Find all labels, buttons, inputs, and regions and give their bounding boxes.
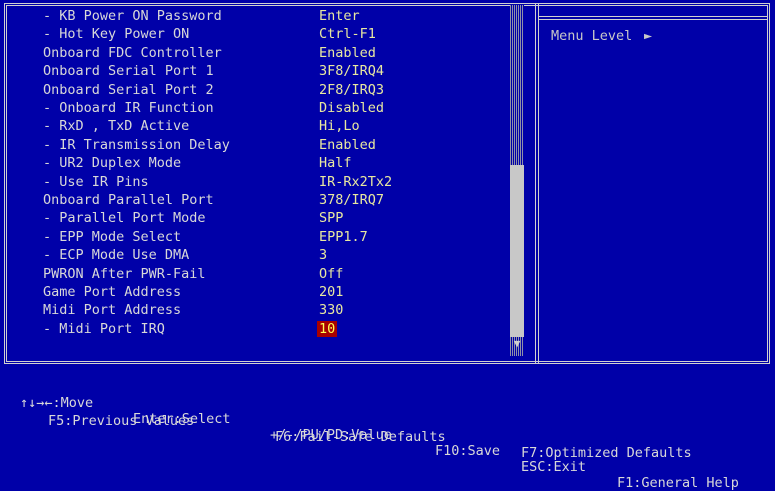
scrollbar-thumb[interactable]: [510, 165, 524, 337]
help-header-line: [538, 16, 767, 17]
setting-label: - Use IR Pins: [43, 173, 149, 190]
setting-label: - RxD , TxD Active: [43, 118, 190, 135]
help-menu-level: Menu Level: [551, 28, 633, 44]
menu-level-arrow-icon: ►: [644, 28, 653, 44]
footer-keys-row-2: F5:Previous Values F6:Fail-Safe Defaults…: [0, 397, 775, 461]
setting-label: Onboard FDC Controller: [43, 44, 222, 61]
setting-value[interactable]: Off: [317, 266, 345, 282]
footer-previous: F5:Previous Values: [48, 413, 195, 429]
setting-value[interactable]: Enabled: [317, 45, 378, 61]
setting-label: Onboard Serial Port 2: [43, 81, 214, 98]
setting-label: - UR2 Duplex Mode: [43, 155, 182, 172]
setting-value[interactable]: 201: [317, 284, 345, 300]
setting-label: - ECP Mode Use DMA: [43, 247, 190, 264]
setting-value[interactable]: 3F8/IRQ4: [317, 63, 386, 79]
setting-value[interactable]: EPP1.7: [317, 229, 370, 245]
footer-help: F1:General Help: [617, 475, 739, 491]
help-header-line-inner: [538, 19, 767, 20]
setting-label: Onboard Parallel Port: [43, 192, 214, 208]
setting-label: Midi Port Address: [43, 302, 182, 319]
setting-value[interactable]: 3: [317, 247, 329, 263]
setting-label: - Parallel Port Mode: [43, 210, 206, 227]
setting-label: - KB Power ON Password: [43, 8, 222, 24]
setting-value[interactable]: Enabled: [317, 137, 378, 153]
setting-value[interactable]: 378/IRQ7: [317, 192, 386, 208]
setting-label: Game Port Address: [43, 284, 182, 300]
setting-value[interactable]: IR-Rx2Tx2: [317, 174, 394, 190]
setting-value[interactable]: 2F8/IRQ3: [317, 82, 386, 98]
setting-label: - EPP Mode Select: [43, 228, 182, 245]
setting-label: PWRON After PWR-Fail: [43, 265, 206, 282]
setting-value[interactable]: Half: [317, 155, 354, 171]
footer-failsafe: F6:Fail-Safe Defaults: [275, 429, 446, 445]
setting-label: - Hot Key Power ON: [43, 26, 190, 43]
setting-label: - IR Transmission Delay: [43, 136, 230, 153]
setting-value[interactable]: Hi,Lo: [317, 118, 362, 134]
setting-label: - Onboard IR Function: [43, 100, 214, 116]
panel-divider: [535, 3, 536, 364]
setting-label: Onboard Serial Port 1: [43, 63, 214, 80]
setting-value[interactable]: Disabled: [317, 100, 386, 116]
scroll-down-arrow-icon[interactable]: ▼: [510, 337, 524, 351]
setting-label: - Midi Port IRQ: [43, 320, 165, 337]
footer-optimized: F7:Optimized Defaults: [521, 445, 692, 461]
footer-exit: ESC:Exit: [521, 459, 587, 475]
setting-value[interactable]: 10: [317, 320, 338, 337]
setting-value[interactable]: Enter: [317, 8, 362, 24]
setting-value[interactable]: 330: [317, 302, 345, 318]
setting-value[interactable]: Ctrl-F1: [317, 26, 378, 42]
setting-value[interactable]: SPP: [317, 210, 345, 226]
panel-divider-inner: [538, 3, 539, 364]
